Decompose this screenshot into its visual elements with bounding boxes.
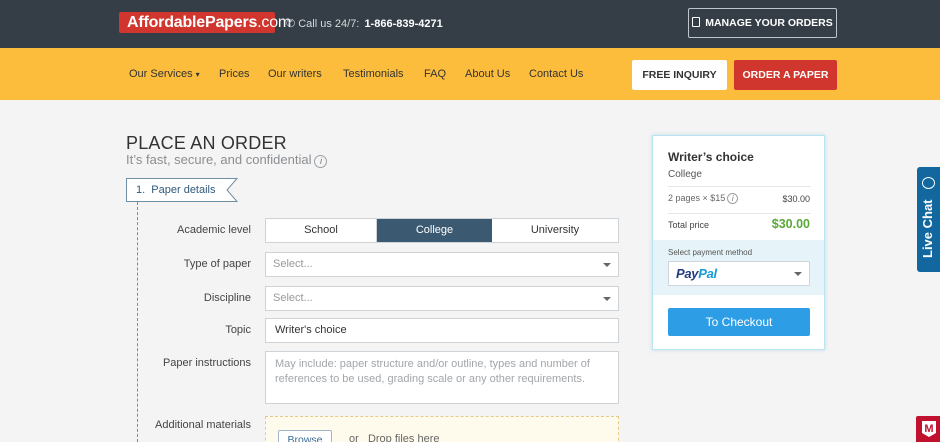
order-paper-button[interactable]: ORDER A PAPER [734, 60, 837, 90]
total-price-value: $30.00 [771, 217, 810, 231]
nav-about-us[interactable]: About Us [465, 68, 510, 80]
summary-level: College [668, 169, 702, 180]
nav-testimonials[interactable]: Testimonials [343, 68, 404, 80]
subtitle-text: It’s fast, secure, and confidential [126, 152, 312, 167]
live-chat-label: Live Chat [920, 199, 935, 258]
chat-bubble-icon [922, 177, 935, 189]
summary-pages: 2 pages × $15 i [668, 193, 739, 204]
caret-down-icon [603, 297, 611, 301]
level-college-option[interactable]: College [377, 219, 492, 242]
site-logo[interactable]: AffordablePapers.com [119, 12, 291, 33]
security-badge[interactable]: M [916, 416, 940, 442]
step-paper-details: 1. Paper details [126, 178, 238, 202]
step-label: 1. Paper details [136, 184, 216, 196]
discipline-select[interactable]: Select... [265, 286, 619, 311]
nav-prices[interactable]: Prices [219, 68, 250, 80]
free-inquiry-button[interactable]: FREE INQUIRY [632, 60, 727, 90]
order-summary-card: Writer’s choice College 2 pages × $15 i $… [652, 135, 825, 350]
phone-number[interactable]: 1-866-839-4271 [364, 18, 442, 30]
paypal-logo: PayPal [676, 266, 717, 281]
chevron-down-icon: ▾ [195, 70, 200, 79]
step-divider [137, 202, 138, 442]
phone-label: Call us 24/7: [298, 18, 360, 30]
file-drop-zone[interactable]: Browse or Drop files here [265, 416, 619, 442]
nav-our-writers[interactable]: Our writers [268, 68, 322, 80]
browse-button[interactable]: Browse [278, 430, 332, 442]
level-university-option[interactable]: University [492, 219, 618, 242]
phone-icon: ✆ [286, 18, 296, 30]
checkout-button[interactable]: To Checkout [668, 308, 810, 336]
discipline-placeholder: Select... [273, 292, 313, 304]
paypal-pal: Pal [698, 266, 717, 281]
top-bar: AffordablePapers.com ✆ Call us 24/7: 1-86… [0, 0, 940, 48]
type-placeholder: Select... [273, 258, 313, 270]
nav-label: Our Services [129, 68, 193, 80]
topic-label: Topic [225, 324, 251, 336]
shield-icon: M [922, 421, 936, 437]
level-school-option[interactable]: School [266, 219, 377, 242]
additional-materials-label: Additional materials [155, 419, 251, 431]
payment-method-select[interactable]: PayPal [668, 261, 810, 286]
paypal-pay: Pay [676, 266, 699, 281]
nav-contact-us[interactable]: Contact Us [529, 68, 583, 80]
paper-instructions-textarea[interactable]: May include: paper structure and/or outl… [265, 351, 619, 404]
manage-orders-button[interactable]: MANAGE YOUR ORDERS [688, 8, 837, 38]
nav-our-services[interactable]: Our Services ▾ [129, 68, 200, 80]
page-subtitle: It’s fast, secure, and confidential i [126, 152, 328, 168]
type-of-paper-select[interactable]: Select... [265, 252, 619, 277]
paper-instructions-label: Paper instructions [162, 357, 251, 369]
live-chat-tab[interactable]: Live Chat [917, 167, 940, 272]
caret-down-icon [603, 263, 611, 267]
total-price-label: Total price [668, 220, 710, 230]
academic-level-selector: School College University [265, 218, 619, 243]
pages-text: 2 pages × $15 [668, 193, 726, 203]
manage-orders-label: MANAGE YOUR ORDERS [705, 17, 833, 29]
payment-method-label: Select payment method [668, 248, 753, 257]
summary-divider [668, 213, 811, 214]
info-icon[interactable]: i [314, 155, 328, 168]
summary-pages-price: $30.00 [782, 194, 810, 204]
summary-divider [668, 186, 811, 187]
main-nav: Our Services ▾ Prices Our writers Testimo… [0, 48, 940, 100]
nav-faq[interactable]: FAQ [424, 68, 446, 80]
logo-text: AffordablePapers [127, 14, 258, 31]
document-icon [692, 17, 701, 27]
payment-panel: Select payment method PayPal [653, 240, 824, 295]
caret-down-icon [794, 272, 802, 276]
drop-files-text: or Drop files here [349, 433, 440, 442]
info-icon[interactable]: i [727, 193, 739, 204]
discipline-label: Discipline [203, 292, 251, 304]
academic-level-label: Academic level [177, 224, 251, 236]
phone-info: ✆ Call us 24/7: 1-866-839-4271 [286, 17, 443, 30]
summary-title: Writer’s choice [668, 150, 754, 164]
topic-input[interactable]: Writer's choice [265, 318, 619, 343]
type-of-paper-label: Type of paper [183, 258, 251, 270]
page-title: PLACE AN ORDER [126, 133, 287, 153]
